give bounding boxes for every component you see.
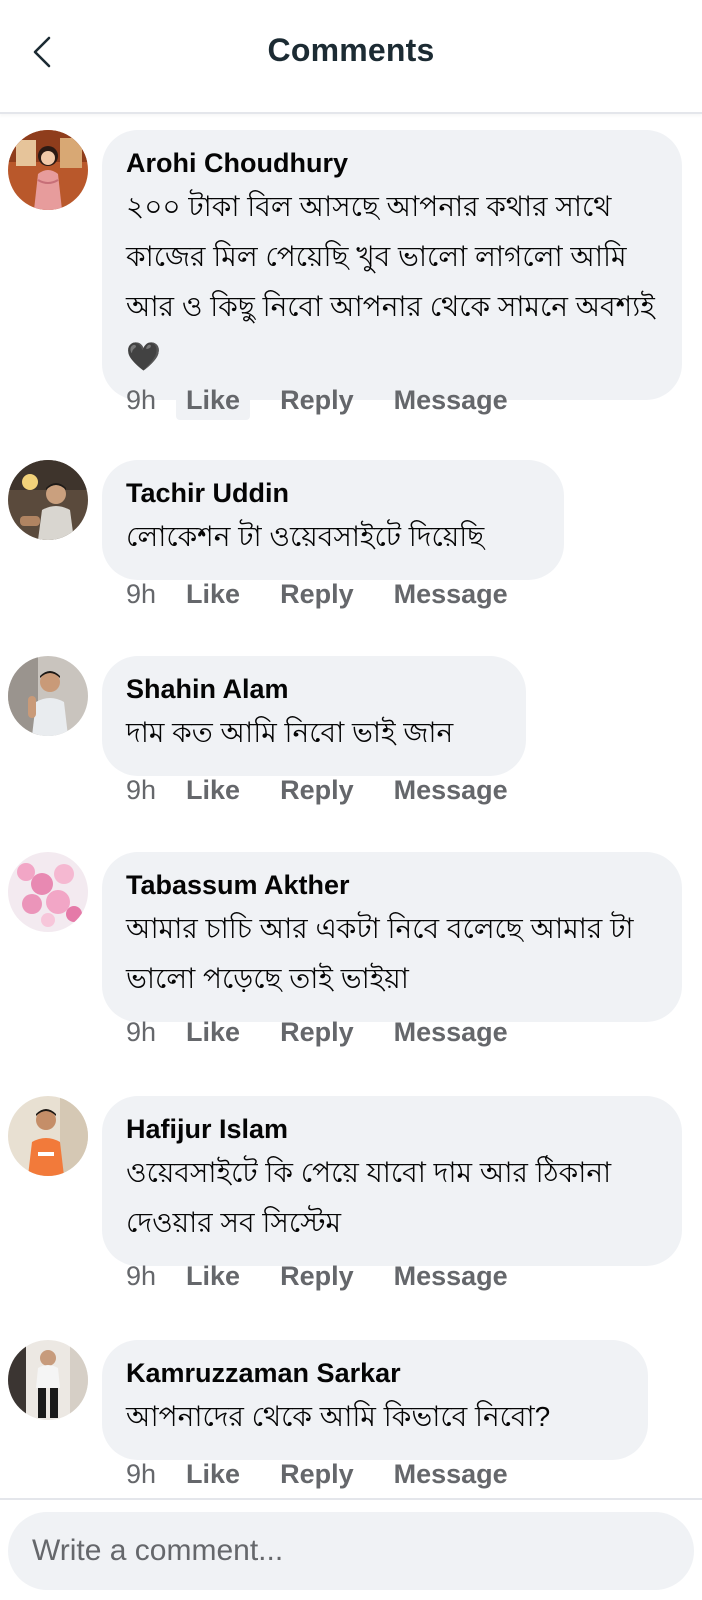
comment-text: আপনাদের থেকে আমি কিভাবে নিবো?	[126, 1401, 551, 1432]
comment-bubble: Tabassum Akther আমার চাচি আর একটা নিবে ব…	[102, 852, 682, 1022]
avatar[interactable]	[8, 130, 88, 210]
comment-actions: 9h Like Reply Message	[126, 572, 548, 616]
comment-composer	[0, 1498, 702, 1600]
comment-actions: 9h Like Reply Message	[126, 1452, 548, 1496]
comment-bubble: Tachir Uddin লোকেশন টা ওয়েবসাইটে দিয়েছ…	[102, 460, 564, 580]
avatar[interactable]	[8, 460, 88, 540]
like-button[interactable]: Like	[186, 1017, 240, 1048]
comment-author[interactable]: Kamruzzaman Sarkar	[126, 1356, 624, 1390]
comment-author[interactable]: Tabassum Akther	[126, 868, 658, 902]
comment-bubble: Shahin Alam দাম কত আমি নিবো ভাই জান	[102, 656, 526, 776]
comment-text: লোকেশন টা ওয়েবসাইটে দিয়েছি	[126, 521, 485, 552]
message-button[interactable]: Message	[394, 579, 508, 610]
comment-time: 9h	[126, 1458, 157, 1489]
reply-button[interactable]: Reply	[280, 1261, 354, 1292]
page-title: Comments	[267, 32, 435, 68]
comment-input[interactable]	[8, 1512, 694, 1590]
comment-bubble: Arohi Choudhury ২০০ টাকা বিল আসছে আপনার …	[102, 130, 682, 400]
avatar[interactable]	[8, 656, 88, 736]
reply-button[interactable]: Reply	[280, 579, 354, 610]
message-button[interactable]: Message	[394, 1017, 508, 1048]
like-button[interactable]: Like	[186, 1459, 240, 1490]
comment-actions: 9h Like Reply Message	[126, 378, 548, 422]
avatar[interactable]	[8, 852, 88, 932]
comment-time: 9h	[126, 384, 157, 415]
message-button[interactable]: Message	[394, 775, 508, 806]
comment-author[interactable]: Tachir Uddin	[126, 476, 540, 510]
comment-actions: 9h Like Reply Message	[126, 1010, 548, 1054]
comment-time: 9h	[126, 774, 157, 805]
comment-time: 9h	[126, 1016, 157, 1047]
like-button[interactable]: Like	[176, 380, 251, 420]
comment-bubble: Hafijur Islam ওয়েবসাইটে কি পেয়ে যাবো দ…	[102, 1096, 682, 1266]
avatar[interactable]	[8, 1340, 88, 1420]
reply-button[interactable]: Reply	[280, 385, 354, 416]
comment-actions: 9h Like Reply Message	[126, 1254, 548, 1298]
avatar[interactable]	[8, 1096, 88, 1176]
like-button[interactable]: Like	[186, 775, 240, 806]
comment-list[interactable]: Arohi Choudhury ২০০ টাকা বিল আসছে আপনার …	[0, 114, 702, 1498]
comment-author[interactable]: Shahin Alam	[126, 672, 502, 706]
message-button[interactable]: Message	[394, 385, 508, 416]
comments-screen: Comments Arohi Choudhury ২০০ টাকা বিল আস…	[0, 0, 702, 1600]
comment-author[interactable]: Arohi Choudhury	[126, 146, 658, 180]
comment-text: দাম কত আমি নিবো ভাই জান	[126, 717, 454, 748]
comment-author[interactable]: Hafijur Islam	[126, 1112, 658, 1146]
comment-text: ওয়েবসাইটে কি পেয়ে যাবো দাম আর ঠিকানা দ…	[126, 1157, 612, 1238]
comment-actions: 9h Like Reply Message	[126, 768, 548, 812]
message-button[interactable]: Message	[394, 1261, 508, 1292]
reply-button[interactable]: Reply	[280, 775, 354, 806]
comment-bubble: Kamruzzaman Sarkar আপনাদের থেকে আমি কিভা…	[102, 1340, 648, 1460]
comment-time: 9h	[126, 1260, 157, 1291]
comment-text: ২০০ টাকা বিল আসছে আপনার কথার সাথে কাজের …	[126, 191, 655, 372]
like-button[interactable]: Like	[186, 1261, 240, 1292]
message-button[interactable]: Message	[394, 1459, 508, 1490]
like-button[interactable]: Like	[186, 579, 240, 610]
reply-button[interactable]: Reply	[280, 1459, 354, 1490]
comment-time: 9h	[126, 578, 157, 609]
header-bar: Comments	[0, 0, 702, 114]
reply-button[interactable]: Reply	[280, 1017, 354, 1048]
comment-text: আমার চাচি আর একটা নিবে বলেছে আমার টা ভাল…	[126, 913, 634, 994]
